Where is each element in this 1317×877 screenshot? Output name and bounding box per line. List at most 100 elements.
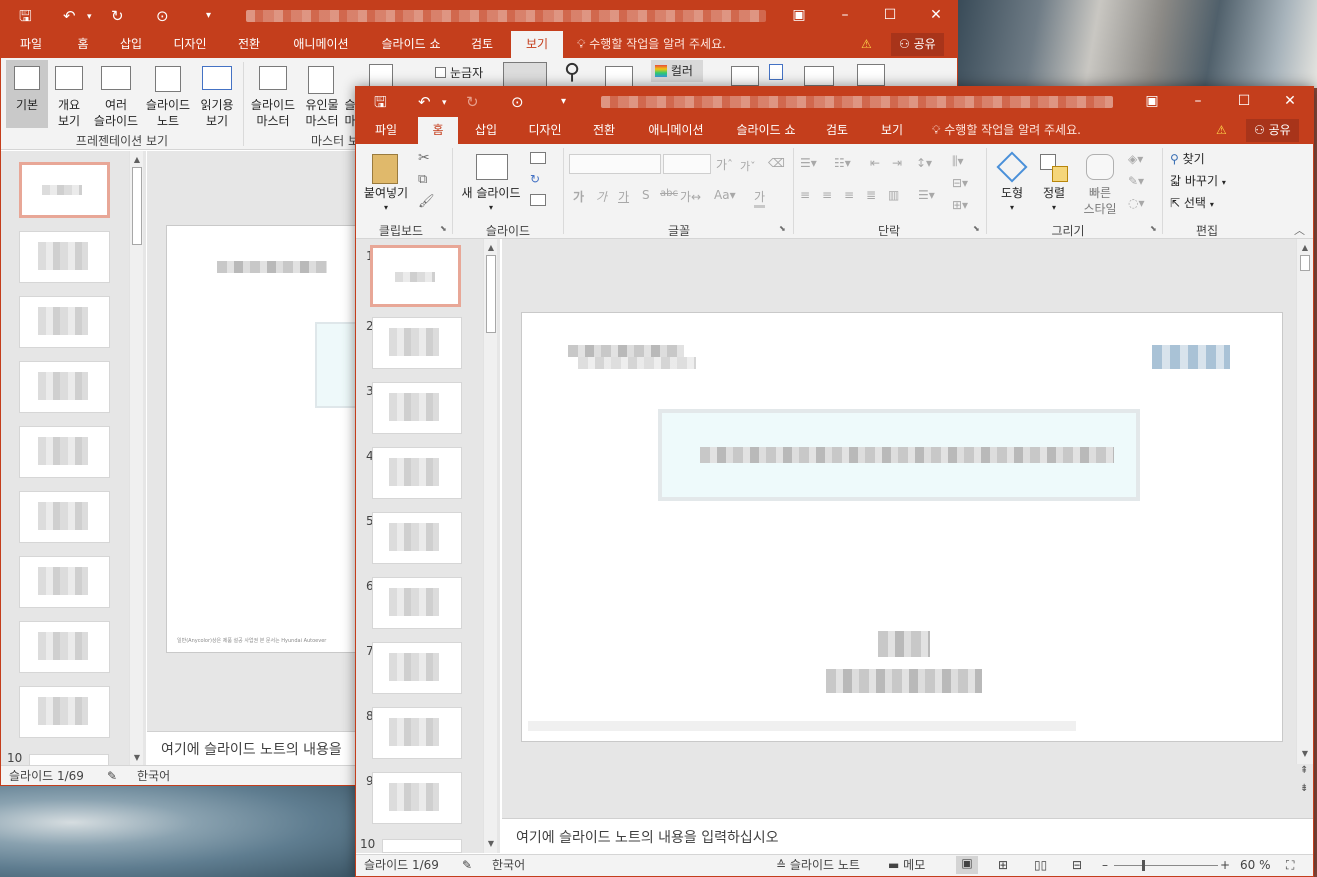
tab-transitions[interactable]: 전환 [227,31,271,58]
zoom-level[interactable]: 60 % [1240,858,1271,873]
color-button[interactable]: 컬러 [651,60,703,82]
language-indicator[interactable]: 한국어 [492,858,525,873]
reading-view-button[interactable]: 읽기용 보기 [195,60,239,128]
slide-counter[interactable]: 슬라이드 1/69 [364,858,439,873]
font-color-icon[interactable]: 가 [754,188,766,208]
thumbnail-scrollbar[interactable]: ▲ ▼ [129,151,143,767]
clear-formatting-icon[interactable]: ⌫ [768,156,785,170]
normal-view-icon[interactable]: ▣ [956,856,978,874]
redo-icon[interactable]: ↻ [466,92,479,112]
save-icon[interactable]: 🖫 [374,92,387,112]
new-slide-button[interactable]: 새 슬라이드 ▾ [456,146,526,218]
notes-pane[interactable]: 여기에 슬라이드 노트의 내용을 입력하십시오 [502,818,1313,854]
slide-thumbnail[interactable] [19,361,110,413]
new-window-icon[interactable] [731,66,759,86]
zoom-slider[interactable] [1114,865,1218,866]
powerpoint-window-front[interactable]: 🖫 ↶ ▾ ↻ ⊙ ▾ ▣ – ☐ ✕ 파일 홈 삽입 디자인 전환 애니메이션… [355,86,1314,877]
align-text-icon[interactable]: ⊟▾ [952,176,968,190]
tell-me-search[interactable]: 💡︎ 수행할 작업을 알려 주세요. [932,117,1081,144]
zoom-in-icon[interactable]: + [1220,858,1230,873]
dialog-launcher-icon[interactable]: ⬊ [440,224,447,233]
thumbnail-pane[interactable]: 1 2 3 4 5 6 7 8 9 10 ▲ ▼ [356,239,500,853]
increase-indent-icon[interactable]: ⇥ [892,156,902,170]
line-spacing-icon[interactable]: ↕▾ [916,156,932,170]
arrange-all-icon[interactable] [769,64,783,80]
slide-thumbnail[interactable] [19,556,110,608]
handout-master-button[interactable]: 유인물 마스터 [301,60,343,128]
tab-animations[interactable]: 애니메이션 [634,117,718,144]
format-painter-icon[interactable]: 🖌︎ [418,194,435,209]
slide-thumbnail[interactable] [372,577,462,629]
decrease-font-icon[interactable]: 가ˇ [740,158,756,174]
slide-thumbnail[interactable] [372,707,462,759]
slide-canvas[interactable] [521,312,1283,742]
font-name-dropdown[interactable] [569,154,661,174]
zoom-icon[interactable]: ⚲ [564,60,580,85]
text-direction-icon[interactable]: ⫼▾ [952,154,964,169]
tab-file[interactable]: 파일 [364,117,408,144]
reading-view-icon[interactable]: ▯▯ [1034,858,1047,873]
dialog-launcher-icon[interactable]: ⬊ [779,224,786,233]
title-bar[interactable]: 🖫 ↶ ▾ ↻ ⊙ ▾ ▣ – ☐ ✕ [1,1,957,31]
spell-check-icon[interactable]: ✎ [107,769,117,784]
warning-icon[interactable]: ⚠ [861,31,872,58]
normal-view-button[interactable]: 기본 [6,60,48,128]
slide-thumbnail[interactable] [19,621,110,673]
minimize-button[interactable]: – [822,1,868,31]
fit-slide-icon[interactable]: ⛶ [1286,858,1294,873]
select-button[interactable]: ⇱ 선택 ▾ [1170,194,1214,211]
dialog-launcher-icon[interactable]: ⬊ [973,224,980,233]
decrease-indent-icon[interactable]: ⇤ [870,156,880,170]
align-center-icon[interactable]: ≡ [822,188,832,202]
slide-thumbnail[interactable] [372,642,462,694]
slide-thumbnail[interactable] [372,447,462,499]
tell-me-search[interactable]: 💡︎ 수행할 작업을 알려 주세요. [577,31,726,58]
notes-pane[interactable]: 여기에 슬라이드 노트의 내용을 [147,731,359,765]
scroll-down-arrow[interactable]: ▼ [1297,747,1313,761]
slide-thumbnail[interactable] [19,296,110,348]
close-button[interactable]: ✕ [913,1,957,31]
slide-thumbnail[interactable] [372,382,462,434]
slide-thumbnail[interactable] [372,317,462,369]
slideshow-icon[interactable]: ⊟ [1072,858,1082,873]
start-slideshow-icon[interactable]: ⊙ [156,6,169,26]
shape-fill-icon[interactable]: ◈▾ [1128,152,1143,166]
strikethrough-icon[interactable]: abc [660,188,678,199]
quick-styles-button[interactable]: 빠른 스타일 [1078,146,1122,218]
layout-icon[interactable] [530,152,546,164]
tab-slideshow[interactable]: 슬라이드 쇼 [726,117,806,144]
shadow-icon[interactable]: S [642,188,650,202]
tab-design[interactable]: 디자인 [516,117,574,144]
slide-editing-area[interactable]: 일반(Anycolor)상은 제품 설공 사업권 본 문서는 Hyundai A… [147,151,366,731]
previous-slide-icon[interactable]: ⇞ [1300,765,1308,776]
bullets-icon[interactable]: ☰▾ [800,156,817,170]
undo-dropdown-icon[interactable]: ▾ [87,7,92,27]
undo-icon[interactable]: ↶ [63,6,76,26]
share-button[interactable]: ⚇ 공유 [1246,119,1299,142]
slide-thumbnail[interactable] [19,231,110,283]
align-right-icon[interactable]: ≡ [844,188,854,202]
maximize-button[interactable]: ☐ [867,1,913,31]
slide-counter[interactable]: 슬라이드 1/69 [9,769,84,784]
close-button[interactable]: ✕ [1267,87,1313,117]
slide-thumbnail[interactable] [19,491,110,543]
scroll-thumb[interactable] [132,167,142,245]
comments-toggle-button[interactable]: ▬ 메모 [888,858,925,873]
thumbnail-pane[interactable]: 10 ▲ ▼ [1,151,146,767]
slide-master-button[interactable]: 슬라이드 마스터 [247,60,299,128]
start-slideshow-icon[interactable]: ⊙ [511,92,524,112]
notes-page-button[interactable]: 슬라이드 노트 [143,60,193,128]
justify-icon[interactable]: ≣ [866,188,876,202]
char-spacing-icon[interactable]: 가↔ [680,188,701,205]
zoom-slider-thumb[interactable] [1142,860,1145,871]
notes-toggle-button[interactable]: ≙ 슬라이드 노트 [776,858,860,873]
section-icon[interactable] [530,194,546,206]
bold-icon[interactable]: 가 [573,188,584,205]
numbering-icon[interactable]: ☷▾ [834,156,851,170]
ribbon-display-options-icon[interactable]: ▣ [776,1,822,31]
collapse-ribbon-icon[interactable]: ︿ [1294,222,1305,238]
slide-sorter-icon[interactable]: ⊞ [998,858,1008,873]
slide-thumbnail[interactable] [372,512,462,564]
dialog-launcher-icon[interactable]: ⬊ [1150,224,1157,233]
tab-insert[interactable]: 삽입 [464,117,508,144]
